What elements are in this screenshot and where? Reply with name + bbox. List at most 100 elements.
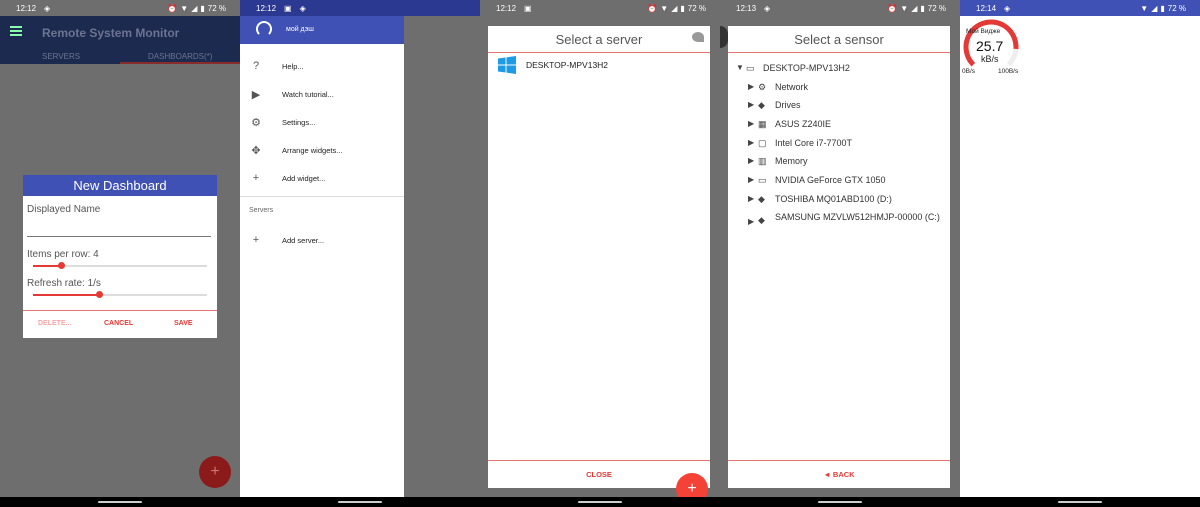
menu-item-add-server[interactable]: + Add server... xyxy=(240,230,404,250)
tree-label: ASUS Z240IE xyxy=(775,119,832,129)
status-bar: 12:12 ◈ ⏰ ▼ ◢ ▮ 72 % xyxy=(0,0,240,16)
battery-icon: ▮ xyxy=(200,3,205,13)
status-bar: 12:12 ▣ ⏰ ▼ ◢ ▮ 72 % xyxy=(480,0,720,16)
gauge-logo-icon xyxy=(256,21,272,37)
tree-node-drive-c[interactable]: ▶ ◆ SAMSUNG MZVLW512HMJP-00000 (C:) xyxy=(748,211,946,226)
tree-node-motherboard[interactable]: ▶ ▦ ASUS Z240IE xyxy=(748,119,831,130)
nav-bar xyxy=(240,497,480,507)
battery-icon: ▮ xyxy=(920,3,925,13)
signal-icon: ◢ xyxy=(911,3,918,13)
bottom-divider xyxy=(728,460,950,461)
tree-label: Intel Core i7-7700T xyxy=(775,138,853,148)
menu-item-label: Watch tutorial... xyxy=(282,89,334,99)
battery-level: 72 % xyxy=(927,3,946,13)
new-dashboard-dialog: New Dashboard Displayed Name Items per r… xyxy=(23,175,217,338)
nav-bar xyxy=(0,497,240,507)
bottom-divider xyxy=(488,460,710,461)
help-icon: ? xyxy=(252,60,260,72)
tree-node-drive-d[interactable]: ▶ ◆ TOSHIBA MQ01ABD100 (D:) xyxy=(748,194,892,205)
drawer-scrim[interactable] xyxy=(404,16,480,497)
slider-fill xyxy=(33,294,100,296)
status-time: 12:12 xyxy=(256,3,277,13)
menu-item-tutorial[interactable]: ▶ Watch tutorial... xyxy=(240,84,404,104)
menu-icon[interactable] xyxy=(10,26,22,36)
menu-divider xyxy=(240,196,404,197)
arrange-icon: ✥ xyxy=(251,144,261,157)
tree-node-network[interactable]: ▶ ⚙ Network xyxy=(748,82,808,93)
tree-label: DESKTOP-MPV13H2 xyxy=(763,63,850,73)
slider-knob[interactable] xyxy=(96,291,104,298)
select-server-dialog: Select a server DESKTOP-MPV13H2 CLOSE + xyxy=(488,26,710,505)
dialog-title: Select a sensor xyxy=(794,32,884,47)
battery-level: 72 % xyxy=(687,3,706,13)
battery-icon: ▮ xyxy=(680,3,685,13)
collapsed-arrow-icon: ▶ xyxy=(748,194,755,203)
status-bar: 12:12 ▣ ◈ xyxy=(240,0,480,16)
loading-indicator-icon xyxy=(692,32,704,42)
tab-indicator xyxy=(120,62,240,64)
title-divider xyxy=(728,52,950,53)
save-button[interactable]: SAVE xyxy=(174,320,193,327)
tree-root[interactable]: ▼ ▭ DESKTOP-MPV13H2 xyxy=(736,63,850,74)
battery-level: 72 % xyxy=(207,3,226,13)
menu-item-help[interactable]: ? Help... xyxy=(240,56,404,76)
wifi-icon: ▼ xyxy=(180,3,189,13)
status-time: 12:12 xyxy=(16,3,37,13)
app-notification-icon: ◈ xyxy=(299,3,306,13)
server-list-item[interactable]: DESKTOP-MPV13H2 xyxy=(498,56,608,74)
menu-item-settings[interactable]: ⚙ Settings... xyxy=(240,112,404,132)
add-fab-button[interactable]: + xyxy=(199,456,231,488)
title-divider xyxy=(488,52,710,53)
app-notification-icon: ◈ xyxy=(44,3,51,13)
gauge-max-label: 100B/s xyxy=(998,68,1019,75)
widget-unit: kB/s xyxy=(981,54,999,64)
account-name: мой дэш xyxy=(286,26,314,33)
collapsed-arrow-icon: ▶ xyxy=(748,138,755,147)
home-gesture-pill[interactable] xyxy=(818,501,862,503)
windows-icon xyxy=(498,56,516,74)
close-button[interactable]: CLOSE xyxy=(488,470,710,479)
displayed-name-underline xyxy=(27,236,211,237)
tree-node-drives[interactable]: ▶ ◆ Drives xyxy=(748,100,801,111)
tree-node-gpu[interactable]: ▶ ▭ NVIDIA GeForce GTX 1050 xyxy=(748,175,886,186)
status-time: 12:12 xyxy=(496,3,517,13)
back-button[interactable]: ◄ BACK xyxy=(728,470,950,479)
status-bar: 12:14 ◈ ▼ ◢ ▮ 72 % xyxy=(960,0,1200,16)
motherboard-icon: ▦ xyxy=(758,119,767,129)
tree-label: Memory xyxy=(775,156,808,166)
signal-icon: ◢ xyxy=(191,3,198,13)
home-gesture-pill[interactable] xyxy=(338,501,382,503)
home-gesture-pill[interactable] xyxy=(98,501,142,503)
collapsed-arrow-icon: ▶ xyxy=(748,217,755,226)
panel-select-server: 12:12 ▣ ⏰ ▼ ◢ ▮ 72 % Select a server DES… xyxy=(480,0,720,507)
tree-label: Network xyxy=(775,82,809,92)
youtube-icon: ▶ xyxy=(251,88,261,101)
tab-servers[interactable]: SERVERS xyxy=(42,52,80,61)
slider-fill xyxy=(33,265,61,267)
tab-dashboards[interactable]: DASHBOARDS(*) xyxy=(148,52,212,61)
refresh-rate-slider[interactable] xyxy=(33,291,207,298)
cancel-button[interactable]: CANCEL xyxy=(104,320,133,327)
home-gesture-pill[interactable] xyxy=(578,501,622,503)
tree-node-cpu[interactable]: ▶ ▢ Intel Core i7-7700T xyxy=(748,138,852,149)
add-icon: + xyxy=(252,234,260,246)
gauge-min-label: 0B/s xyxy=(962,68,976,75)
network-icon: ⚙ xyxy=(758,82,767,92)
menu-item-add-widget[interactable]: + Add widget... xyxy=(240,168,404,188)
tree-label: Drives xyxy=(775,100,801,110)
dialog-title: Select a server xyxy=(555,32,643,47)
menu-item-label: Add widget... xyxy=(282,173,326,183)
menu-item-arrange[interactable]: ✥ Arrange widgets... xyxy=(240,140,404,160)
nav-bar xyxy=(720,497,960,507)
items-per-row-slider[interactable] xyxy=(33,262,207,269)
delete-button[interactable]: DELETE... xyxy=(38,320,71,327)
add-icon: + xyxy=(252,172,260,184)
wifi-icon: ▼ xyxy=(1140,3,1149,13)
status-time: 12:13 xyxy=(736,3,757,13)
home-gesture-pill[interactable] xyxy=(1058,501,1102,503)
tree-node-memory[interactable]: ▶ ▥ Memory xyxy=(748,156,808,167)
collapsed-arrow-icon: ▶ xyxy=(748,100,755,109)
panel-select-sensor: 12:13 ◈ ⏰ ▼ ◢ ▮ 72 % Select a sensor ▼ ▭… xyxy=(720,0,960,507)
slider-knob[interactable] xyxy=(57,262,65,269)
cpu-icon: ▢ xyxy=(758,138,767,148)
